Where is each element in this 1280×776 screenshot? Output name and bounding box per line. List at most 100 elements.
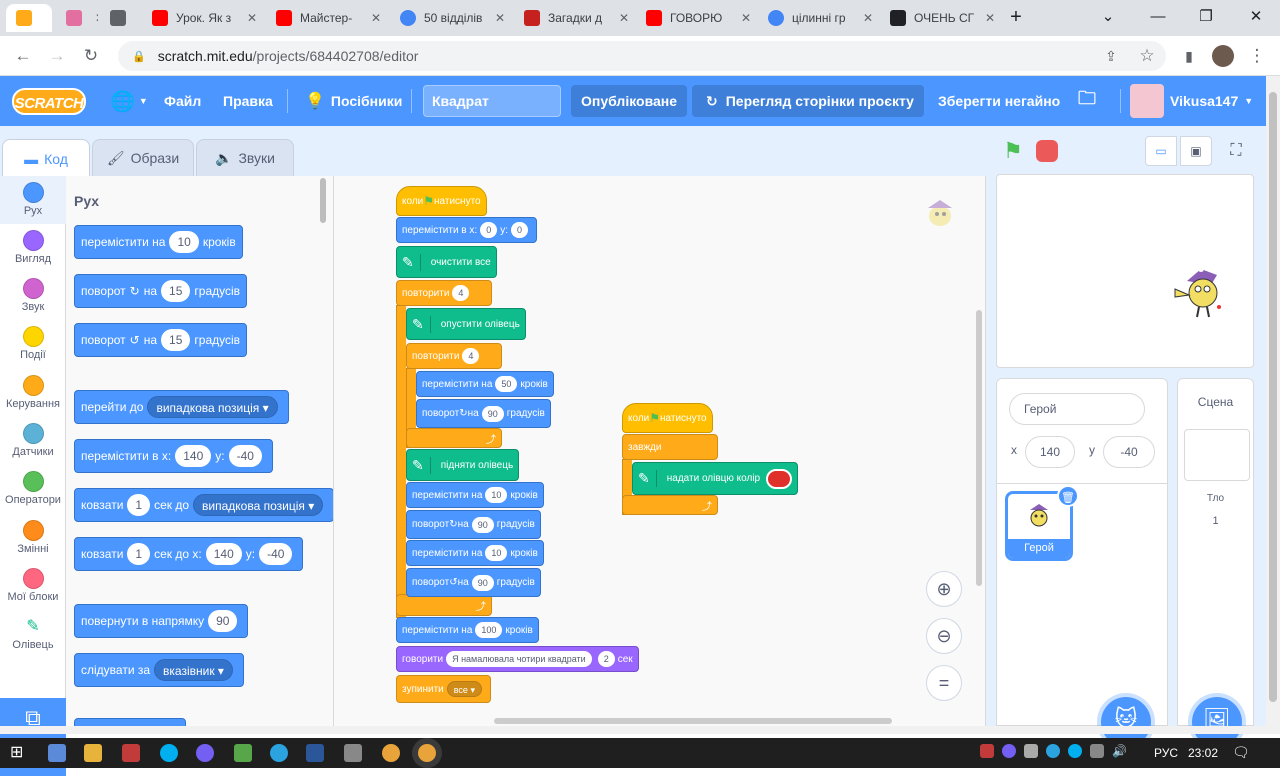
block-move-steps[interactable]: перемістити на 10 кроків (406, 482, 544, 508)
category-my-blocks[interactable]: Мої блоки (0, 562, 66, 610)
block-forever[interactable]: завжди (622, 434, 718, 460)
y-input[interactable]: -40 (228, 445, 262, 467)
block-point-direction[interactable]: повернути в напрямку 90 (74, 604, 249, 638)
block-stop[interactable]: зупинити все ▾ (396, 675, 491, 703)
steps-input[interactable]: 10 (485, 487, 508, 503)
degrees-input[interactable]: 90 (481, 405, 504, 422)
my-stuff-folder-icon[interactable]: 🗀 (1078, 76, 1096, 126)
block-turn-right[interactable]: поворот ↻ на 90 градусів (406, 510, 541, 539)
large-stage-button[interactable]: ▣ (1180, 136, 1212, 166)
see-project-page-button[interactable]: ↻ Перегляд сторінки проєкту (692, 85, 924, 117)
tab-2[interactable]: ✕ (100, 4, 138, 32)
block-point-towards[interactable]: слідувати за вказівник ▾ (74, 653, 244, 687)
sprite-on-stage[interactable] (1167, 263, 1229, 319)
volume-icon[interactable]: 🔊 (1112, 744, 1127, 762)
category-control[interactable]: Керування (0, 369, 66, 417)
category-motion[interactable]: Рух (0, 176, 66, 224)
color-swatch-input[interactable] (766, 468, 793, 489)
reload-button[interactable]: ↻ (78, 44, 104, 68)
tab-sounds[interactable]: 🔈 Звуки (196, 139, 294, 176)
file-menu[interactable]: Файл (164, 76, 201, 126)
block-move-steps[interactable]: перемістити на 50 кроків (416, 371, 554, 397)
app-icon[interactable] (234, 744, 252, 762)
fullscreen-button[interactable]: ⛶ (1220, 136, 1252, 166)
workspace-vscrollbar[interactable] (976, 310, 982, 586)
script-workspace[interactable]: коли ⚑ натиснуто перемістити в x: 0 y: 0 ✎ очи… (334, 176, 986, 726)
repeat-times-input[interactable]: 4 (452, 285, 470, 301)
tab-costumes[interactable]: 🖌 Образи (92, 139, 194, 176)
palette-scrollbar[interactable] (320, 178, 326, 223)
word-icon[interactable] (306, 744, 324, 762)
close-icon[interactable]: ✕ (134, 11, 138, 25)
profile-avatar[interactable] (1210, 44, 1236, 68)
project-title-input[interactable]: Квадрат (423, 85, 561, 117)
steps-input[interactable]: 50 (495, 376, 518, 392)
tab-9[interactable]: ОЧЕНЬ СГ ✕ (880, 4, 1000, 32)
goto-target-dropdown[interactable]: випадкова позиція ▾ (147, 396, 278, 418)
block-repeat-inner[interactable]: повторити 4 (406, 343, 502, 369)
x-input[interactable]: 0 (480, 222, 498, 238)
app-icon[interactable] (122, 744, 140, 762)
block-goto-xy[interactable]: перемістити в x: 0 y: 0 (396, 217, 537, 243)
language-menu[interactable]: 🌐 ▼ (110, 76, 148, 126)
app-icon[interactable] (84, 744, 102, 762)
stage-selector-pane[interactable]: Сцена Тло 1 🖼 (1177, 378, 1254, 747)
delete-sprite-button[interactable]: 🗑 (1057, 485, 1079, 507)
x-input[interactable]: 140 (175, 445, 212, 467)
category-sensing[interactable]: Датчики (0, 417, 66, 465)
windows-start-icon[interactable]: ⊞ (10, 744, 28, 762)
secs-input[interactable]: 1 (127, 494, 151, 516)
small-stage-button[interactable]: ▭ (1145, 136, 1177, 166)
close-icon[interactable]: ✕ (366, 11, 386, 25)
close-icon[interactable]: ✕ (242, 11, 262, 25)
tab-scratch[interactable] (6, 4, 52, 32)
published-button[interactable]: Опубліковане (571, 85, 688, 117)
backdrop-thumbnail[interactable] (1184, 429, 1250, 481)
stage-canvas[interactable] (996, 174, 1254, 368)
tab-7[interactable]: ГОВОРЮ ✕ (636, 4, 756, 32)
direction-input[interactable]: 90 (208, 610, 238, 632)
tray-icon[interactable] (1046, 744, 1060, 758)
steps-input[interactable]: 100 (475, 622, 503, 638)
bookmark-star-icon[interactable]: ☆ (1134, 44, 1160, 68)
block-turn-right[interactable]: поворот ↻ на 15 градусів (74, 274, 248, 308)
scratch-logo[interactable]: SCRATCH (12, 88, 86, 115)
when-flag-clicked-hat[interactable]: коли ⚑ натиснуто (622, 403, 713, 433)
repeat-times-input[interactable]: 4 (462, 348, 480, 364)
forward-button[interactable]: → (44, 44, 70, 68)
y-input[interactable]: -40 (259, 543, 293, 565)
sprite-name-input[interactable]: Герой (1009, 393, 1145, 425)
block-glide-xy[interactable]: ковзати 1 сек до x: 140 y: -40 (74, 537, 304, 571)
minimize-button[interactable]: — (1138, 4, 1178, 30)
skype-icon[interactable] (160, 744, 178, 762)
tab-6[interactable]: Загадки д ✕ (514, 4, 634, 32)
zoom-out-button[interactable]: ⊖ (926, 618, 962, 654)
network-icon[interactable] (1090, 744, 1104, 758)
save-now-button[interactable]: Зберегти негайно (938, 76, 1060, 126)
tab-3[interactable]: Урок. Як з ✕ (142, 4, 262, 32)
category-looks[interactable]: Вигляд (0, 224, 66, 272)
maximize-button[interactable]: ❐ (1186, 4, 1226, 30)
page-vscrollbar[interactable] (1266, 76, 1280, 734)
clock[interactable]: 23:02 (1188, 746, 1218, 760)
close-window-button[interactable]: ✕ (1236, 4, 1276, 30)
zoom-reset-button[interactable]: = (926, 665, 962, 701)
tab-5[interactable]: 50 відділів ✕ (390, 4, 510, 32)
account-menu[interactable]: Vikusa147 ▼ (1130, 76, 1253, 126)
block-move-steps[interactable]: перемістити на 10 кроків (74, 225, 243, 259)
close-icon[interactable]: ✕ (858, 11, 878, 25)
message-input[interactable]: Я намалювала чотири квадрати (446, 651, 592, 667)
block-set-pen-color[interactable]: ✎ надати олівцю колір (632, 462, 799, 495)
stop-option-dropdown[interactable]: все ▾ (446, 681, 482, 697)
side-panel-icon[interactable]: ▮ (1176, 44, 1202, 68)
edit-menu[interactable]: Правка (223, 76, 273, 126)
category-pen[interactable]: ✎ Олівець (0, 610, 66, 658)
close-icon[interactable]: ✕ (614, 11, 634, 25)
block-goto-xy[interactable]: перемістити в x: 140 y: -40 (74, 439, 273, 473)
close-icon[interactable]: ✕ (490, 11, 510, 25)
app-icon[interactable] (344, 744, 362, 762)
when-flag-clicked-hat[interactable]: коли ⚑ натиснуто (396, 186, 487, 216)
block-pen-up[interactable]: ✎ підняти олівець (406, 449, 520, 481)
block-pen-down[interactable]: ✎ опустити олівець (406, 308, 526, 340)
secs-input[interactable]: 1 (127, 543, 151, 565)
